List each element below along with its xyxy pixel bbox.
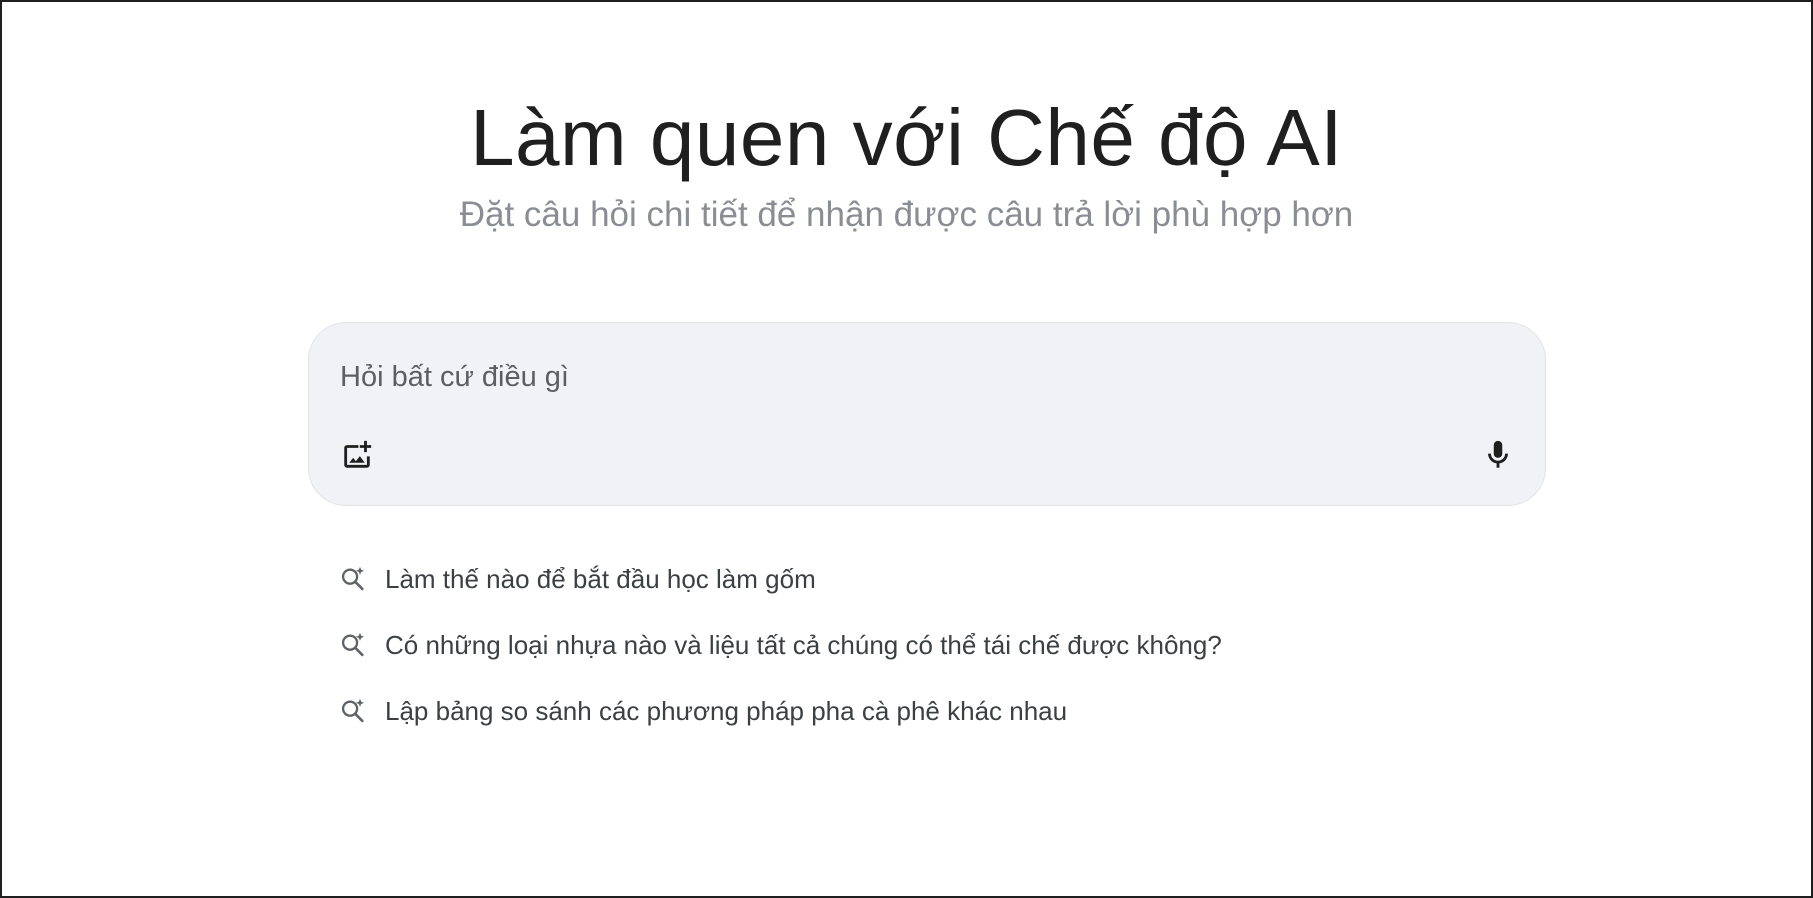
suggestion-item-coffee[interactable]: Lập bảng so sánh các phương pháp pha cà … bbox=[338, 689, 1538, 733]
search-input[interactable] bbox=[340, 357, 1440, 397]
page-title: Làm quen với Chế độ AI bbox=[470, 93, 1343, 182]
add-image-button[interactable] bbox=[335, 433, 379, 477]
suggestion-list: Làm thế nào để bắt đầu học làm gốm Có nh… bbox=[338, 557, 1538, 755]
ai-search-box[interactable] bbox=[308, 322, 1546, 506]
sparkle-search-icon bbox=[338, 696, 368, 726]
microphone-icon bbox=[1488, 440, 1508, 468]
ai-mode-page: Làm quen với Chế độ AI Đặt câu hỏi chi t… bbox=[0, 0, 1813, 898]
suggestion-label: Có những loại nhựa nào và liệu tất cả ch… bbox=[385, 629, 1222, 660]
page-subtitle: Đặt câu hỏi chi tiết để nhận được câu tr… bbox=[459, 195, 1354, 234]
sparkle-search-icon bbox=[338, 630, 368, 660]
sparkle-search-icon bbox=[338, 564, 368, 594]
suggestion-label: Làm thế nào để bắt đầu học làm gốm bbox=[385, 563, 816, 594]
suggestion-label: Lập bảng so sánh các phương pháp pha cà … bbox=[385, 695, 1068, 726]
voice-search-button[interactable] bbox=[1476, 433, 1520, 477]
add-image-icon bbox=[344, 440, 372, 468]
suggestion-item-plastics[interactable]: Có những loại nhựa nào và liệu tất cả ch… bbox=[338, 623, 1538, 667]
suggestion-item-pottery[interactable]: Làm thế nào để bắt đầu học làm gốm bbox=[338, 557, 1538, 601]
